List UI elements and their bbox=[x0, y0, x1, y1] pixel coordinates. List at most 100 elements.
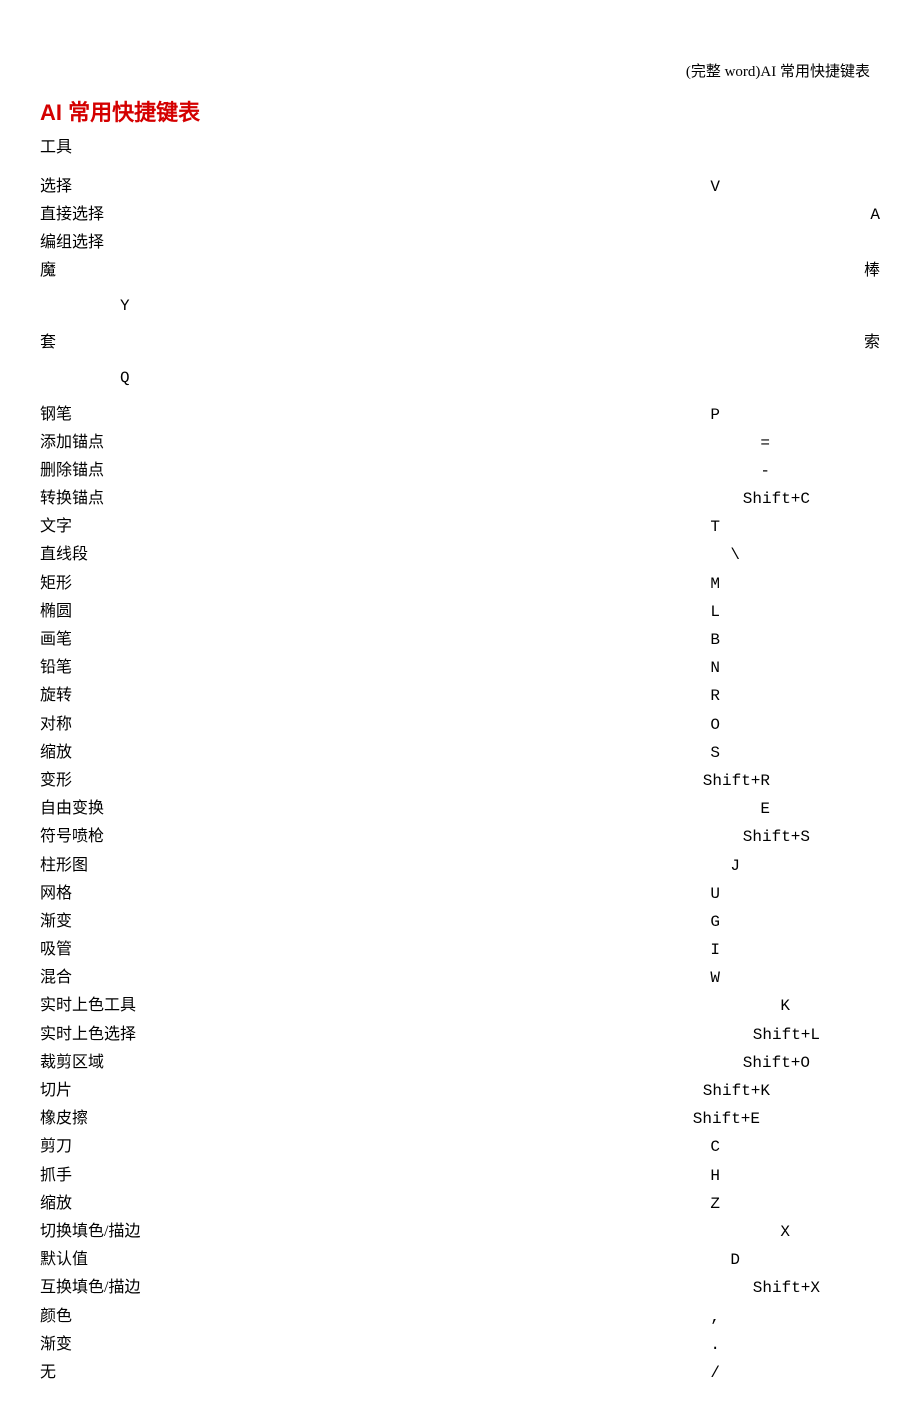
shortcut-key: E bbox=[760, 796, 880, 823]
shortcut-row: 抓手 H bbox=[40, 1162, 880, 1190]
shortcut-label-left: 魔 bbox=[40, 257, 56, 284]
shortcut-label: 矩形 bbox=[40, 570, 72, 597]
shortcut-key: Shift+L bbox=[753, 1022, 880, 1049]
shortcut-key: N bbox=[710, 655, 880, 682]
shortcut-row: 网格 U bbox=[40, 880, 880, 908]
shortcut-label: 直接选择 bbox=[40, 201, 104, 228]
shortcut-key: \ bbox=[730, 542, 880, 569]
shortcut-key: O bbox=[710, 712, 880, 739]
shortcut-row: 椭圆 L bbox=[40, 598, 880, 626]
shortcut-row: 旋转R bbox=[40, 682, 880, 710]
shortcut-label: 吸管 bbox=[40, 936, 72, 963]
shortcut-key: Shift+K bbox=[703, 1078, 880, 1105]
shortcut-label: 颜色 bbox=[40, 1303, 72, 1330]
shortcut-row: 画笔B bbox=[40, 626, 880, 654]
shortcut-label: 橡皮擦 bbox=[40, 1105, 88, 1132]
shortcut-row: 变形 Shift+R bbox=[40, 767, 880, 795]
page-title: AI 常用快捷键表 bbox=[40, 95, 880, 127]
shortcut-label: 切换填色/描边 bbox=[40, 1218, 140, 1245]
shortcut-row: 切换填色/描边 X bbox=[40, 1218, 880, 1246]
shortcut-row: 删除锚点- bbox=[40, 457, 880, 485]
shortcut-label: 椭圆 bbox=[40, 598, 72, 625]
shortcut-label: 抓手 bbox=[40, 1162, 72, 1189]
shortcut-key: . bbox=[710, 1332, 880, 1359]
shortcut-label: 实时上色工具 bbox=[40, 992, 136, 1019]
shortcut-key: P bbox=[710, 402, 880, 429]
shortcut-label: 直线段 bbox=[40, 541, 88, 568]
shortcut-row: 符号喷枪 Shift+S bbox=[40, 823, 880, 851]
shortcut-row: 渐变G bbox=[40, 908, 880, 936]
shortcut-key: G bbox=[710, 909, 880, 936]
shortcut-label: 删除锚点 bbox=[40, 457, 104, 484]
shortcut-row: 套索 bbox=[40, 329, 880, 356]
shortcut-label: 实时上色选择 bbox=[40, 1021, 136, 1048]
shortcut-row: 吸管 I bbox=[40, 936, 880, 964]
shortcut-key: Shift+S bbox=[743, 824, 880, 851]
shortcut-label-left: 套 bbox=[40, 329, 56, 356]
shortcut-key: Shift+R bbox=[703, 768, 880, 795]
shortcut-row: 直线段 \ bbox=[40, 541, 880, 569]
shortcut-key: Z bbox=[710, 1191, 880, 1218]
shortcut-label: 文字 bbox=[40, 513, 72, 540]
shortcut-label: 网格 bbox=[40, 880, 72, 907]
shortcut-key: W bbox=[710, 965, 880, 992]
shortcut-key: I bbox=[710, 937, 880, 964]
shortcut-key: K bbox=[780, 993, 880, 1020]
shortcut-label: 符号喷枪 bbox=[40, 823, 104, 850]
shortcut-row: 直接选择 A bbox=[40, 201, 880, 229]
shortcut-row: 转换锚点 Shift+C bbox=[40, 485, 880, 513]
shortcut-row: 魔棒 bbox=[40, 257, 880, 284]
shortcut-key: Shift+E bbox=[693, 1106, 880, 1133]
shortcut-row: 颜色, bbox=[40, 1303, 880, 1331]
shortcut-row: 柱形图J bbox=[40, 852, 880, 880]
shortcut-row: 切片 Shift+K bbox=[40, 1077, 880, 1105]
shortcut-row: 矩形M bbox=[40, 570, 880, 598]
shortcut-label: 缩放 bbox=[40, 739, 72, 766]
shortcut-key: Shift+O bbox=[743, 1050, 880, 1077]
shortcut-label: 混合 bbox=[40, 964, 72, 991]
header-note: (完整 word)AI 常用快捷键表 bbox=[40, 60, 880, 81]
shortcut-label: 自由变换 bbox=[40, 795, 104, 822]
shortcut-key: = bbox=[760, 430, 880, 457]
shortcut-key: Q bbox=[40, 356, 880, 401]
shortcut-key: B bbox=[710, 627, 880, 654]
shortcut-row: 裁剪区域 Shift+O bbox=[40, 1049, 880, 1077]
shortcut-row: 混合 W bbox=[40, 964, 880, 992]
shortcut-row: 剪刀C bbox=[40, 1133, 880, 1161]
shortcut-key: Shift+X bbox=[753, 1275, 880, 1302]
shortcut-key: Y bbox=[40, 284, 880, 329]
shortcut-row: 渐变. bbox=[40, 1331, 880, 1359]
shortcut-label: 裁剪区域 bbox=[40, 1049, 104, 1076]
shortcut-label: 旋转 bbox=[40, 682, 72, 709]
shortcut-key: A bbox=[870, 202, 880, 229]
shortcut-label: 切片 bbox=[40, 1077, 72, 1104]
shortcut-key: , bbox=[710, 1304, 880, 1331]
shortcut-key: T bbox=[710, 514, 880, 541]
shortcut-label: 缩放 bbox=[40, 1190, 72, 1217]
shortcut-row: 互换填色/描边Shift+X bbox=[40, 1274, 880, 1302]
shortcut-label: 无 bbox=[40, 1359, 56, 1386]
shortcut-row: 实时上色工具 K bbox=[40, 992, 880, 1020]
shortcut-row: 文字 T bbox=[40, 513, 880, 541]
shortcut-row: 默认值D bbox=[40, 1246, 880, 1274]
shortcut-key: Shift+C bbox=[743, 486, 880, 513]
shortcut-row: 编组选择 bbox=[40, 229, 880, 256]
shortcut-key: X bbox=[780, 1219, 880, 1246]
shortcut-row: 钢笔P bbox=[40, 401, 880, 429]
shortcut-row: 缩放S bbox=[40, 739, 880, 767]
shortcut-label-right: 索 bbox=[864, 329, 880, 356]
shortcut-key: L bbox=[710, 599, 880, 626]
shortcut-key: / bbox=[710, 1360, 880, 1387]
shortcut-label: 选择 bbox=[40, 173, 72, 200]
shortcut-key: C bbox=[710, 1134, 880, 1161]
shortcut-key: H bbox=[710, 1163, 880, 1190]
shortcut-row: 铅笔N bbox=[40, 654, 880, 682]
shortcut-list: 选择V直接选择A编组选择魔棒Y套索Q钢笔P添加锚点=删除锚点-转换锚点Shift… bbox=[40, 173, 880, 1387]
shortcut-label: 转换锚点 bbox=[40, 485, 104, 512]
shortcut-label: 编组选择 bbox=[40, 229, 104, 256]
shortcut-key: J bbox=[730, 853, 880, 880]
shortcut-label: 变形 bbox=[40, 767, 72, 794]
shortcut-key: U bbox=[710, 881, 880, 908]
shortcut-label: 添加锚点 bbox=[40, 429, 104, 456]
shortcut-row: 实时上色选择 Shift+L bbox=[40, 1021, 880, 1049]
